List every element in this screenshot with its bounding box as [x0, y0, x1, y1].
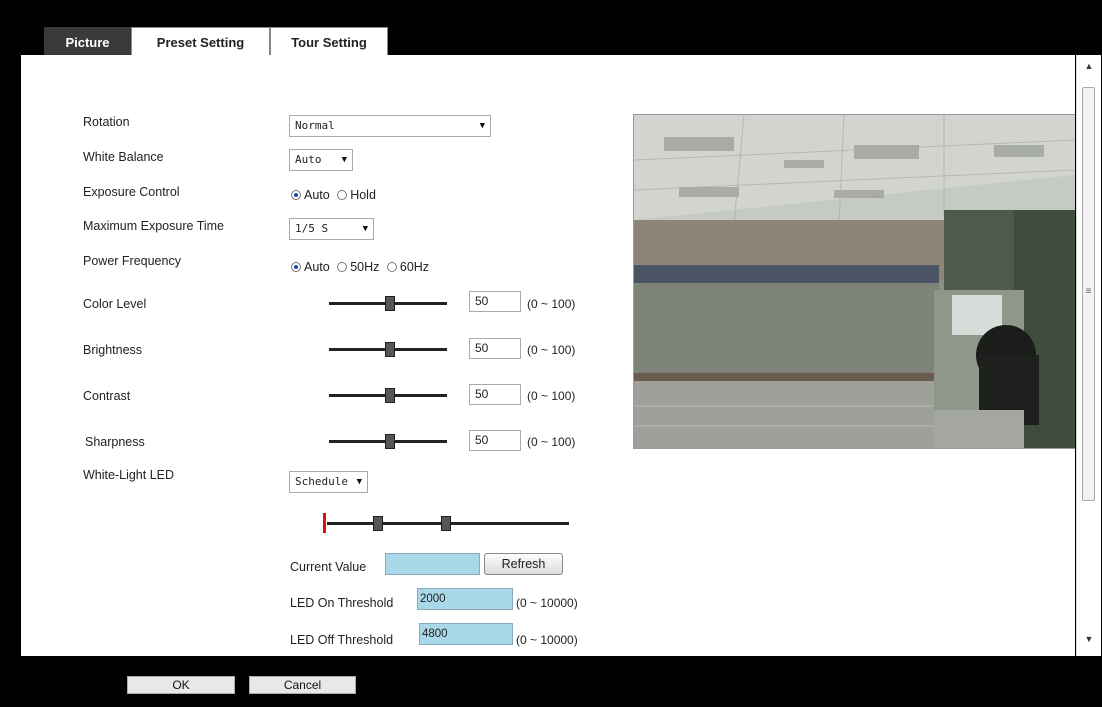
slider-thumb[interactable]	[385, 342, 395, 357]
exposure-hold-radio[interactable]	[337, 190, 348, 200]
vertical-scrollbar[interactable]: ▲ ≡ ▼	[1076, 55, 1101, 656]
exposure-auto-label: Auto	[304, 188, 330, 202]
slider-thumb[interactable]	[385, 296, 395, 311]
led-off-threshold-label: LED Off Threshold	[290, 633, 394, 647]
grip-icon: ≡	[1085, 286, 1092, 297]
scroll-down-arrow-icon[interactable]: ▼	[1077, 634, 1101, 650]
settings-panel: Rotation Normal ▼ White Balance Auto ▼ E…	[21, 55, 1075, 656]
color-level-input[interactable]: 50	[469, 291, 521, 312]
exposure-auto-radio[interactable]	[291, 190, 301, 200]
led-off-threshold-range: (0 ~ 10000)	[516, 633, 578, 647]
cancel-button[interactable]: Cancel	[249, 676, 356, 694]
refresh-button[interactable]: Refresh	[484, 553, 563, 575]
current-value-label: Current Value	[290, 560, 367, 574]
brightness-range: (0 ~ 100)	[527, 343, 576, 357]
slider-thumb[interactable]	[385, 388, 395, 403]
tab-preset-setting[interactable]: Preset Setting	[131, 27, 270, 56]
chevron-down-icon: ▼	[341, 155, 347, 165]
sharpness-label: Sharpness	[85, 435, 145, 449]
contrast-slider[interactable]	[329, 388, 447, 403]
white-balance-select[interactable]: Auto ▼	[289, 149, 353, 171]
white-balance-label: White Balance	[83, 150, 164, 164]
sharpness-input[interactable]: 50	[469, 430, 521, 451]
power-60hz-label: 60Hz	[399, 260, 430, 274]
brightness-input[interactable]: 50	[469, 338, 521, 359]
color-level-slider[interactable]	[329, 296, 447, 311]
contrast-label: Contrast	[83, 389, 131, 403]
led-on-thumb[interactable]	[373, 516, 383, 531]
brightness-slider[interactable]	[329, 342, 447, 357]
max-exposure-select[interactable]: 1/5 S ▼	[289, 218, 374, 240]
scrollbar-thumb[interactable]: ≡	[1082, 87, 1095, 501]
exposure-control-label: Exposure Control	[83, 185, 180, 199]
exposure-control-radiogroup: Auto Hold	[291, 188, 380, 202]
exposure-hold-label: Hold	[350, 188, 376, 202]
power-frequency-radiogroup: Auto 50Hz 60Hz	[291, 260, 433, 274]
sharpness-range: (0 ~ 100)	[527, 435, 576, 449]
current-value-marker	[323, 513, 326, 533]
camera-preview	[633, 114, 1075, 449]
chevron-down-icon: ▼	[479, 121, 485, 131]
sharpness-slider[interactable]	[329, 434, 447, 449]
tab-bar: Picture Preset Setting Tour Setting	[44, 27, 388, 56]
chevron-down-icon: ▼	[362, 224, 368, 234]
tab-tour-setting[interactable]: Tour Setting	[270, 27, 388, 56]
color-level-label: Color Level	[83, 297, 147, 311]
chevron-down-icon: ▼	[356, 477, 362, 487]
current-value-field	[385, 553, 480, 575]
led-off-thumb[interactable]	[441, 516, 451, 531]
white-balance-value: Auto	[295, 153, 322, 166]
led-on-threshold-label: LED On Threshold	[290, 596, 394, 610]
white-light-led-select[interactable]: Schedule ▼	[289, 471, 368, 493]
power-frequency-label: Power Frequency	[83, 254, 181, 268]
color-level-range: (0 ~ 100)	[527, 297, 576, 311]
led-on-threshold-range: (0 ~ 10000)	[516, 596, 578, 610]
power-50hz-radio[interactable]	[337, 262, 348, 272]
led-off-threshold-input[interactable]: 4800	[419, 623, 513, 645]
contrast-input[interactable]: 50	[469, 384, 521, 405]
rotation-value: Normal	[295, 119, 335, 132]
ok-button[interactable]: OK	[127, 676, 235, 694]
max-exposure-label: Maximum Exposure Time	[83, 219, 225, 233]
led-on-threshold-input[interactable]: 2000	[417, 588, 513, 610]
max-exposure-value: 1/5 S	[295, 222, 329, 235]
power-auto-radio[interactable]	[291, 262, 301, 272]
tab-picture[interactable]: Picture	[44, 27, 131, 56]
camera-feed-image	[634, 115, 1075, 448]
power-auto-label: Auto	[304, 260, 330, 274]
scroll-up-arrow-icon[interactable]: ▲	[1077, 61, 1101, 77]
white-light-led-label: White-Light LED	[83, 468, 175, 482]
power-50hz-label: 50Hz	[350, 260, 380, 274]
rotation-label: Rotation	[83, 115, 130, 129]
contrast-range: (0 ~ 100)	[527, 389, 576, 403]
brightness-label: Brightness	[83, 343, 143, 357]
led-schedule-slider[interactable]	[323, 513, 569, 533]
white-light-led-value: Schedule	[295, 475, 348, 488]
slider-thumb[interactable]	[385, 434, 395, 449]
power-60hz-radio[interactable]	[386, 262, 397, 272]
rotation-select[interactable]: Normal ▼	[289, 115, 491, 137]
